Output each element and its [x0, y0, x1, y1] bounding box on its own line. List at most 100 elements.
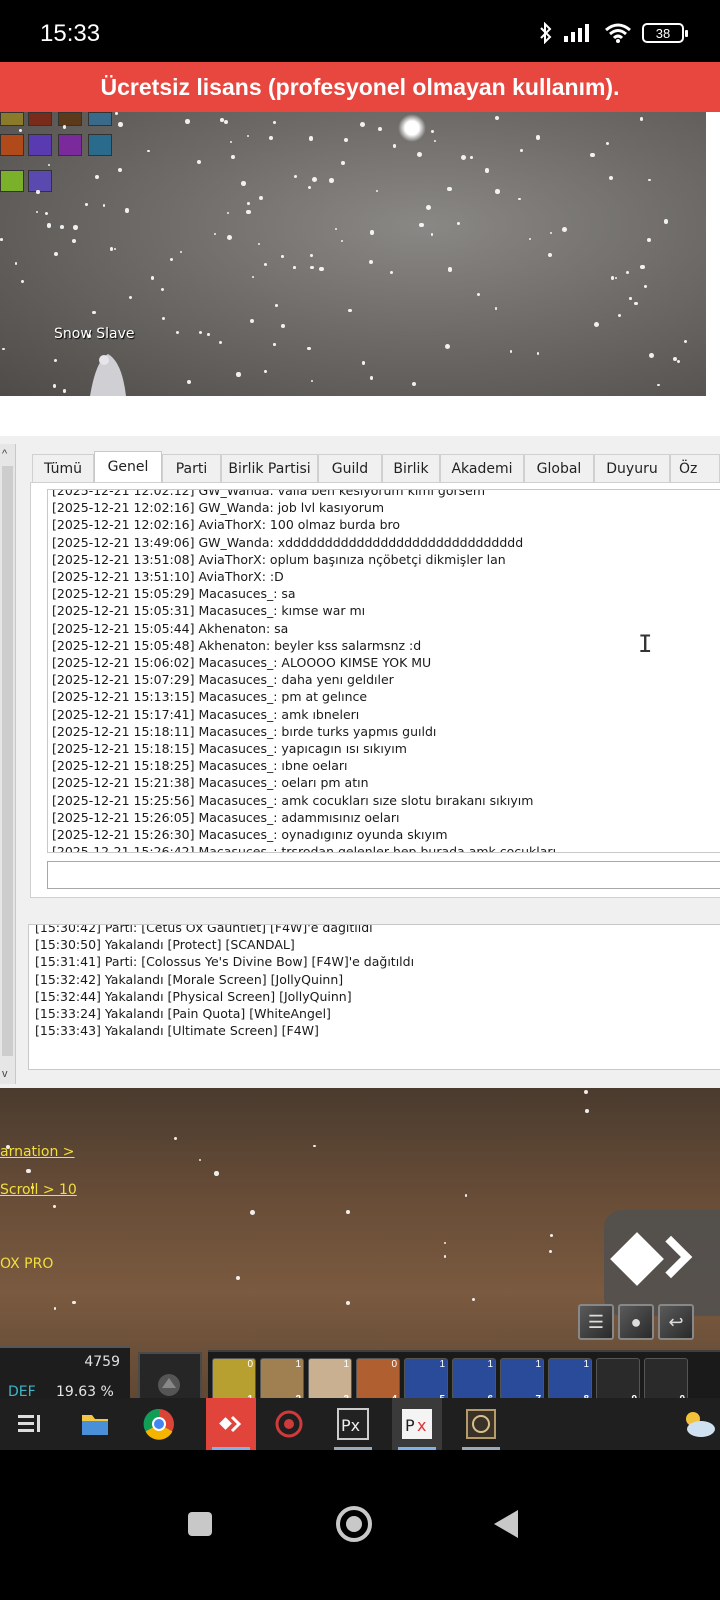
bluetooth-icon — [540, 22, 552, 44]
tab-announcement[interactable]: Duyuru — [594, 454, 670, 482]
chat-message-log[interactable]: [2025-12-21 12:02:12] GW_Wanda: valla be… — [47, 489, 720, 853]
buff-icon — [88, 134, 112, 156]
snowflake — [684, 340, 688, 344]
ox-pro-label: OX PRO — [0, 1256, 54, 1272]
tab-guild[interactable]: Guild — [318, 454, 382, 482]
snowflake — [115, 112, 118, 115]
svg-text:Px: Px — [341, 1416, 360, 1435]
snowflake — [447, 187, 452, 192]
npc-name-label[interactable]: Snow Slave — [54, 326, 134, 342]
snowflake — [584, 1089, 589, 1094]
snowflake — [227, 234, 233, 240]
snowflake — [264, 263, 268, 267]
chat-message: [2025-12-21 15:18:25] Macasuces_: ıbne o… — [52, 758, 348, 774]
px-dark-icon[interactable]: Px — [328, 1398, 378, 1450]
anydesk-float-button[interactable] — [604, 1210, 720, 1316]
snowflake — [162, 317, 166, 321]
snowflake — [2, 347, 5, 351]
quest-link[interactable]: Scroll > 10 — [0, 1182, 77, 1198]
chat-message: [2025-12-21 15:05:48] Akhenaton: beyler … — [52, 637, 422, 653]
left-scrollbar[interactable]: ^ v — [0, 444, 16, 1084]
snowflake — [231, 155, 235, 159]
snowflake — [634, 301, 638, 306]
tab-academy[interactable]: Akademi — [440, 454, 524, 482]
snowflake — [311, 177, 317, 183]
game-viewport-bottom[interactable]: arnation > Scroll > 10 OX PRO ☰ ● ↩ 4759… — [0, 1088, 720, 1428]
tab-party[interactable]: Parti — [162, 454, 221, 482]
chat-message: [2025-12-21 15:26:05] Macasuces_: adammı… — [52, 809, 400, 825]
snowflake — [236, 372, 241, 377]
tab-alliance[interactable]: Birlik — [382, 454, 440, 482]
buff-icon — [58, 112, 82, 126]
snowflake — [310, 253, 313, 257]
window-edge — [706, 112, 720, 396]
snowflake — [360, 121, 365, 127]
snowflake — [430, 129, 434, 133]
snowflake — [392, 144, 397, 148]
snowflake — [26, 1168, 31, 1174]
file-explorer-icon[interactable] — [70, 1398, 120, 1450]
chat-tab-bar: Tümü Genel Parti Birlik Partisi Guild Bi… — [32, 451, 720, 482]
snowflake — [346, 1210, 350, 1215]
message-list: [2025-12-21 12:02:12] GW_Wanda: valla be… — [52, 490, 556, 852]
scroll-icon[interactable]: ☰ — [578, 1304, 614, 1340]
px-light-icon[interactable]: Px — [392, 1398, 442, 1450]
hook-icon[interactable]: ↩ — [658, 1304, 694, 1340]
scroll-down-icon[interactable]: v — [2, 1068, 8, 1080]
home-button[interactable] — [336, 1506, 372, 1542]
snowflake — [548, 1249, 553, 1254]
snowflake — [509, 350, 513, 353]
snowflake — [218, 340, 222, 344]
snowflake — [411, 382, 416, 387]
back-button[interactable] — [494, 1510, 518, 1538]
game-viewport-top[interactable]: Snow Slave — [0, 112, 706, 396]
anydesk-icon[interactable] — [206, 1398, 256, 1450]
snowflake — [114, 247, 117, 250]
game-shield-icon[interactable] — [264, 1398, 314, 1450]
snow-slave-sprite[interactable] — [82, 350, 130, 396]
snowflake — [648, 178, 651, 182]
chat-message: [2025-12-21 15:26:30] Macasuces_: oynadı… — [52, 827, 448, 843]
chat-input[interactable] — [47, 861, 720, 889]
tab-private[interactable]: Öz — [670, 454, 720, 482]
tab-general[interactable]: Genel — [94, 451, 162, 482]
license-banner[interactable]: Ücretsiz lisans (profesyonel olmayan kul… — [0, 62, 720, 112]
mount-icon — [158, 1374, 180, 1396]
snowflake — [584, 1109, 589, 1113]
system-log[interactable]: [15:30:42] Parti: [Cetus Ox Gauntlet] [F… — [28, 924, 720, 1070]
snowflake — [36, 190, 40, 194]
tab-all[interactable]: Tümü — [32, 454, 94, 482]
chrome-icon[interactable] — [134, 1398, 184, 1450]
snowflake — [476, 293, 480, 297]
snowflake — [128, 296, 132, 300]
snowflake — [175, 330, 180, 335]
snowflake — [617, 314, 622, 318]
weather-icon[interactable] — [672, 1398, 720, 1450]
quest-link[interactable]: arnation > — [0, 1144, 75, 1160]
snowflake — [53, 251, 58, 256]
tab-global[interactable]: Global — [524, 454, 594, 482]
scrollbar-thumb[interactable] — [2, 466, 13, 1056]
buff-icon — [0, 112, 24, 126]
tab-alliance-party[interactable]: Birlik Partisi — [221, 454, 318, 482]
recents-button[interactable] — [188, 1512, 212, 1536]
snowflake — [494, 307, 498, 310]
snowflake — [87, 334, 91, 338]
battery-level: 38 — [655, 25, 671, 41]
snowflake — [19, 128, 23, 132]
snowflake — [419, 222, 425, 228]
snowflake — [561, 227, 567, 233]
task-view-icon[interactable] — [4, 1398, 54, 1450]
snowflake — [663, 219, 669, 224]
scroll-up-icon[interactable]: ^ — [2, 448, 7, 460]
chat-message: [2025-12-21 15:18:15] Macasuces_: yapıca… — [52, 741, 407, 757]
snowflake — [275, 304, 279, 307]
snowflake — [47, 164, 51, 167]
snowflake — [235, 1275, 241, 1281]
snowflake — [640, 264, 645, 269]
snowflake — [14, 262, 17, 265]
snowflake — [293, 174, 298, 179]
system-message: [15:33:24] Yakalandı [Pain Quota] [White… — [35, 1006, 331, 1022]
game-emblem-icon[interactable] — [456, 1398, 506, 1450]
pet-icon[interactable]: ● — [618, 1304, 654, 1340]
